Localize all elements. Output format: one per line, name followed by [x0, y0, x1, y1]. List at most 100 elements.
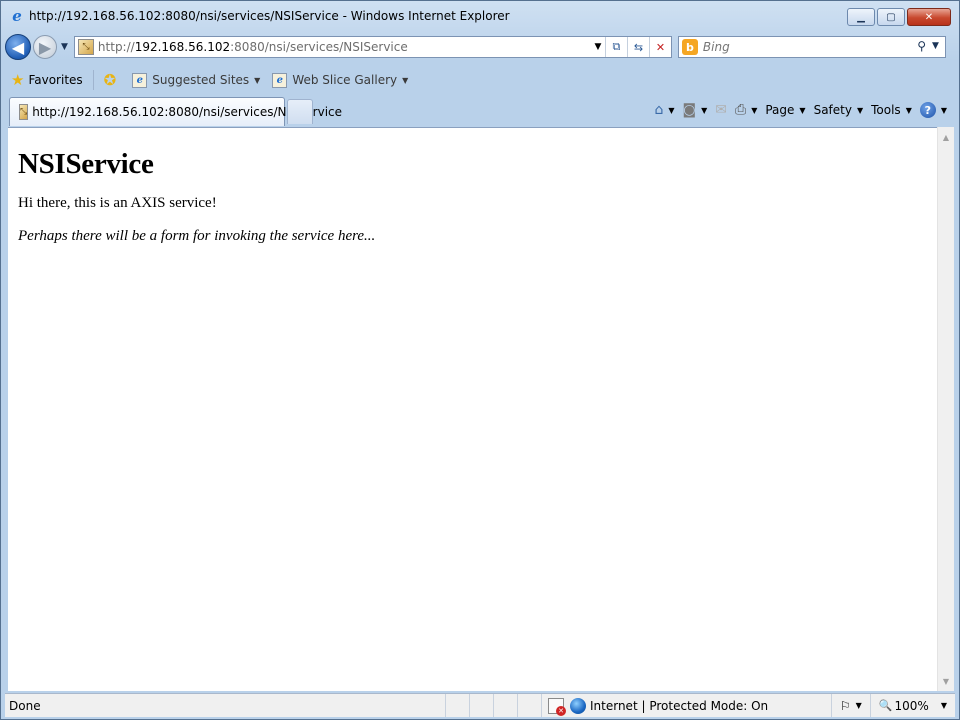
home-dropdown-icon: ▼ — [668, 105, 675, 115]
print-icon: ⎙ — [735, 102, 747, 118]
feeds-button[interactable]: ◙ ▼ — [679, 102, 712, 118]
status-cell — [469, 694, 493, 717]
favorites-button[interactable]: ★ Favorites — [5, 68, 89, 92]
page-content: NSIService Hi there, this is an AXIS ser… — [8, 127, 937, 691]
help-menu[interactable]: ? ▼ — [916, 102, 951, 118]
safety-dropdown-icon: ▼ — [856, 105, 864, 115]
url-scheme: http:// — [97, 40, 135, 54]
suggested-sites-dropdown-icon: ▼ — [254, 75, 261, 85]
blocked-badge-icon: ✕ — [556, 705, 566, 716]
safety-menu[interactable]: Safety ▼ — [810, 103, 868, 117]
search-options-dropdown[interactable]: ▼ — [932, 41, 939, 51]
favorites-bar: ★ Favorites ✪ e Suggested Sites ▼ e Web … — [5, 66, 955, 94]
security-zone[interactable]: ✕ Internet | Protected Mode: On — [541, 694, 768, 717]
security-icon: ⚐ — [839, 698, 851, 713]
bing-logo-icon: b — [681, 39, 698, 55]
url-host: 192.168.56.102 — [134, 40, 231, 54]
search-input[interactable] — [702, 40, 903, 54]
home-icon: ⌂ — [654, 102, 664, 118]
tools-dropdown-icon: ▼ — [905, 105, 912, 115]
scroll-up-icon[interactable]: ▲ — [938, 129, 954, 145]
home-button[interactable]: ⌂ ▼ — [650, 102, 678, 118]
feeds-icon: ◙ — [682, 102, 697, 118]
web-slice-gallery-dropdown-icon: ▼ — [402, 75, 409, 85]
vertical-scrollbar[interactable]: ▲ ▼ — [937, 127, 954, 691]
status-bar: Done ✕ Internet | Protected Mode: On ⚐ ▼… — [5, 693, 955, 717]
web-slice-gallery-icon: e — [272, 72, 288, 88]
maximize-icon: ▢ — [886, 11, 896, 23]
security-dropdown-icon: ▼ — [855, 701, 862, 710]
window-controls: ▁ ▢ ✕ — [847, 8, 951, 26]
status-right: ⚐ ▼ 🔍 100% ▼ — [830, 694, 955, 717]
read-mail-button[interactable]: ✉ — [711, 102, 731, 118]
close-icon: ✕ — [924, 11, 934, 23]
status-cell — [493, 694, 517, 717]
stop-icon[interactable]: ✕ — [648, 37, 671, 57]
zoom-dropdown-icon: ▼ — [940, 701, 947, 710]
maximize-button[interactable]: ▢ — [877, 8, 905, 26]
close-window-button[interactable]: ✕ — [907, 8, 951, 26]
ie-logo-icon: e — [12, 7, 22, 25]
tools-menu[interactable]: Tools ▼ — [867, 103, 916, 117]
safety-menu-label: Safety — [813, 103, 852, 117]
privacy-settings-button[interactable]: ⚐ ▼ — [830, 694, 870, 717]
suggested-sites-link[interactable]: e Suggested Sites ▼ — [126, 68, 266, 92]
web-slice-gallery-link[interactable]: e Web Slice Gallery ▼ — [266, 68, 414, 92]
zone-label: Internet | Protected Mode: On — [590, 698, 769, 713]
back-button[interactable]: ◀ — [5, 34, 31, 60]
title-bar: e http://192.168.56.102:8080/nsi/service… — [1, 1, 959, 31]
help-icon: ? — [919, 102, 936, 118]
mail-icon: ✉ — [715, 102, 727, 118]
page-favicon-icon: ⤡ — [77, 39, 94, 55]
page-menu[interactable]: Page ▼ — [761, 103, 809, 117]
feeds-dropdown-icon: ▼ — [701, 105, 708, 115]
search-box[interactable]: b ⚲ ▼ — [677, 36, 946, 58]
web-slice-gallery-label: Web Slice Gallery — [292, 73, 398, 87]
forward-button[interactable]: ▶ — [33, 35, 57, 59]
zoom-icon: 🔍 — [878, 699, 893, 712]
search-icon[interactable]: ⚲ — [917, 39, 926, 53]
favorites-label: Favorites — [28, 73, 83, 87]
print-button[interactable]: ⎙ ▼ — [731, 102, 761, 118]
status-cells — [445, 694, 541, 717]
minimize-icon: ▁ — [857, 11, 865, 23]
compatibility-view-icon[interactable]: ⧉ — [604, 37, 627, 57]
zoom-button[interactable]: 🔍 100% ▼ — [869, 694, 955, 717]
tab-active[interactable]: ⤡ http://192.168.56.102:8080/nsi/service… — [9, 97, 342, 126]
tools-menu-label: Tools — [871, 103, 901, 117]
page-heading: NSIService — [18, 148, 154, 180]
tab-favicon-icon: ⤡ — [19, 104, 29, 120]
status-cell — [517, 694, 541, 717]
recent-pages-dropdown[interactable]: ▼ — [61, 42, 68, 52]
minimize-button[interactable]: ▁ — [847, 8, 875, 26]
zoom-label: 100% — [894, 698, 929, 713]
navigation-bar: ◀ ▶ ▼ ⤡ http://192.168.56.102:8080/nsi/s… — [5, 32, 955, 62]
status-cell — [445, 694, 469, 717]
browser-window: e http://192.168.56.102:8080/nsi/service… — [0, 0, 960, 720]
back-arrow-icon: ◀ — [11, 37, 25, 57]
address-bar[interactable]: ⤡ http://192.168.56.102:8080/nsi/service… — [73, 36, 672, 58]
suggested-sites-label: Suggested Sites — [152, 73, 250, 87]
add-favorite-star-icon: ✪ — [103, 71, 117, 89]
address-tools: ▼ ⧉ ⇆ ✕ — [591, 37, 671, 57]
favorites-separator — [92, 70, 94, 90]
page-dropdown-icon: ▼ — [799, 105, 806, 115]
command-bar: ⌂ ▼ ◙ ▼ ✉ ⎙ ▼ Page ▼ Safety ▼ Tools ▼ ? … — [650, 98, 951, 122]
page-menu-label: Page — [765, 103, 795, 117]
blocked-content-icon: ✕ — [548, 697, 566, 716]
form-note-text: Perhaps there will be a form for invokin… — [18, 228, 376, 244]
window-title: http://192.168.56.102:8080/nsi/services/… — [29, 9, 510, 23]
new-tab-button[interactable] — [287, 99, 313, 124]
address-url[interactable]: http://192.168.56.102:8080/nsi/services/… — [98, 40, 408, 54]
search-controls: ⚲ ▼ — [917, 39, 939, 53]
scroll-down-icon[interactable]: ▼ — [938, 673, 954, 689]
status-text: Done — [9, 698, 41, 713]
add-to-favorites-bar-button[interactable]: ✪ — [98, 68, 127, 92]
tab-row: ⤡ http://192.168.56.102:8080/nsi/service… — [5, 96, 955, 126]
print-dropdown-icon: ▼ — [751, 105, 758, 115]
url-path: :8080/nsi/services/NSIService — [230, 40, 408, 54]
suggested-sites-icon: e — [132, 72, 148, 88]
refresh-icon[interactable]: ⇆ — [626, 37, 649, 57]
address-dropdown-button[interactable]: ▼ — [591, 42, 605, 52]
internet-globe-icon — [570, 697, 586, 714]
